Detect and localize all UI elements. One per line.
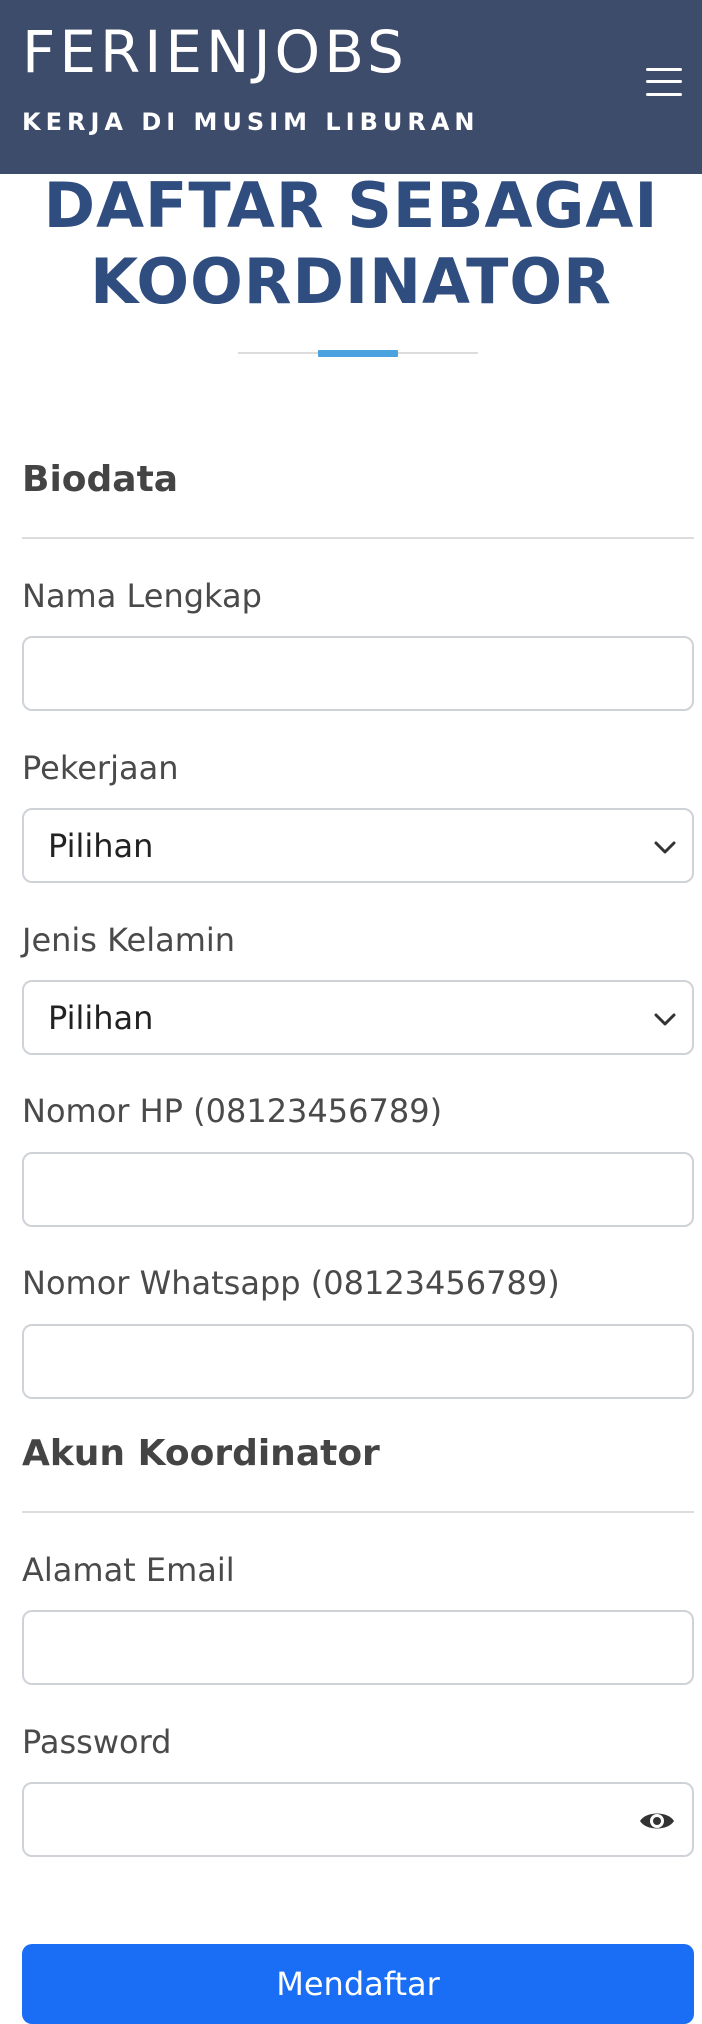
occupation-selected-value: Pilihan [48, 827, 154, 865]
email-label: Alamat Email [22, 1551, 235, 1589]
phone-input[interactable] [24, 1154, 692, 1225]
occupation-select[interactable]: Pilihan [22, 808, 694, 883]
register-button[interactable]: Mendaftar [22, 1944, 694, 2024]
email-input[interactable] [24, 1612, 692, 1683]
page-title: DAFTAR SEBAGAI KOORDINATOR [0, 168, 702, 320]
full-name-field[interactable] [22, 636, 694, 711]
whatsapp-input[interactable] [24, 1326, 692, 1397]
password-input[interactable] [24, 1784, 692, 1855]
biodata-heading: Biodata [22, 459, 179, 500]
password-label: Password [22, 1723, 172, 1761]
page-title-line-1: DAFTAR SEBAGAI [43, 169, 659, 242]
chevron-down-icon [654, 1013, 676, 1026]
eye-icon[interactable] [638, 1808, 676, 1834]
gender-select[interactable]: Pilihan [22, 980, 694, 1055]
page-title-line-2: KOORDINATOR [90, 245, 612, 318]
title-accent-bar [318, 350, 398, 357]
gender-selected-value: Pilihan [48, 999, 154, 1037]
whatsapp-field[interactable] [22, 1324, 694, 1399]
site-header: FERIENJOBS KERJA DI MUSIM LIBURAN [0, 0, 702, 174]
full-name-input[interactable] [24, 638, 692, 709]
whatsapp-label: Nomor Whatsapp (08123456789) [22, 1264, 560, 1302]
full-name-label: Nama Lengkap [22, 577, 262, 615]
account-divider [22, 1511, 694, 1513]
email-field[interactable] [22, 1610, 694, 1685]
brand-tagline: KERJA DI MUSIM LIBURAN [22, 108, 480, 136]
gender-label: Jenis Kelamin [22, 921, 236, 959]
chevron-down-icon [654, 841, 676, 854]
hamburger-menu-icon[interactable] [642, 64, 686, 100]
password-field[interactable] [22, 1782, 694, 1857]
brand-logo-text[interactable]: FERIENJOBS [22, 18, 408, 86]
phone-label: Nomor HP (08123456789) [22, 1092, 443, 1130]
account-heading: Akun Koordinator [22, 1433, 380, 1474]
biodata-divider [22, 537, 694, 539]
phone-field[interactable] [22, 1152, 694, 1227]
occupation-label: Pekerjaan [22, 749, 179, 787]
